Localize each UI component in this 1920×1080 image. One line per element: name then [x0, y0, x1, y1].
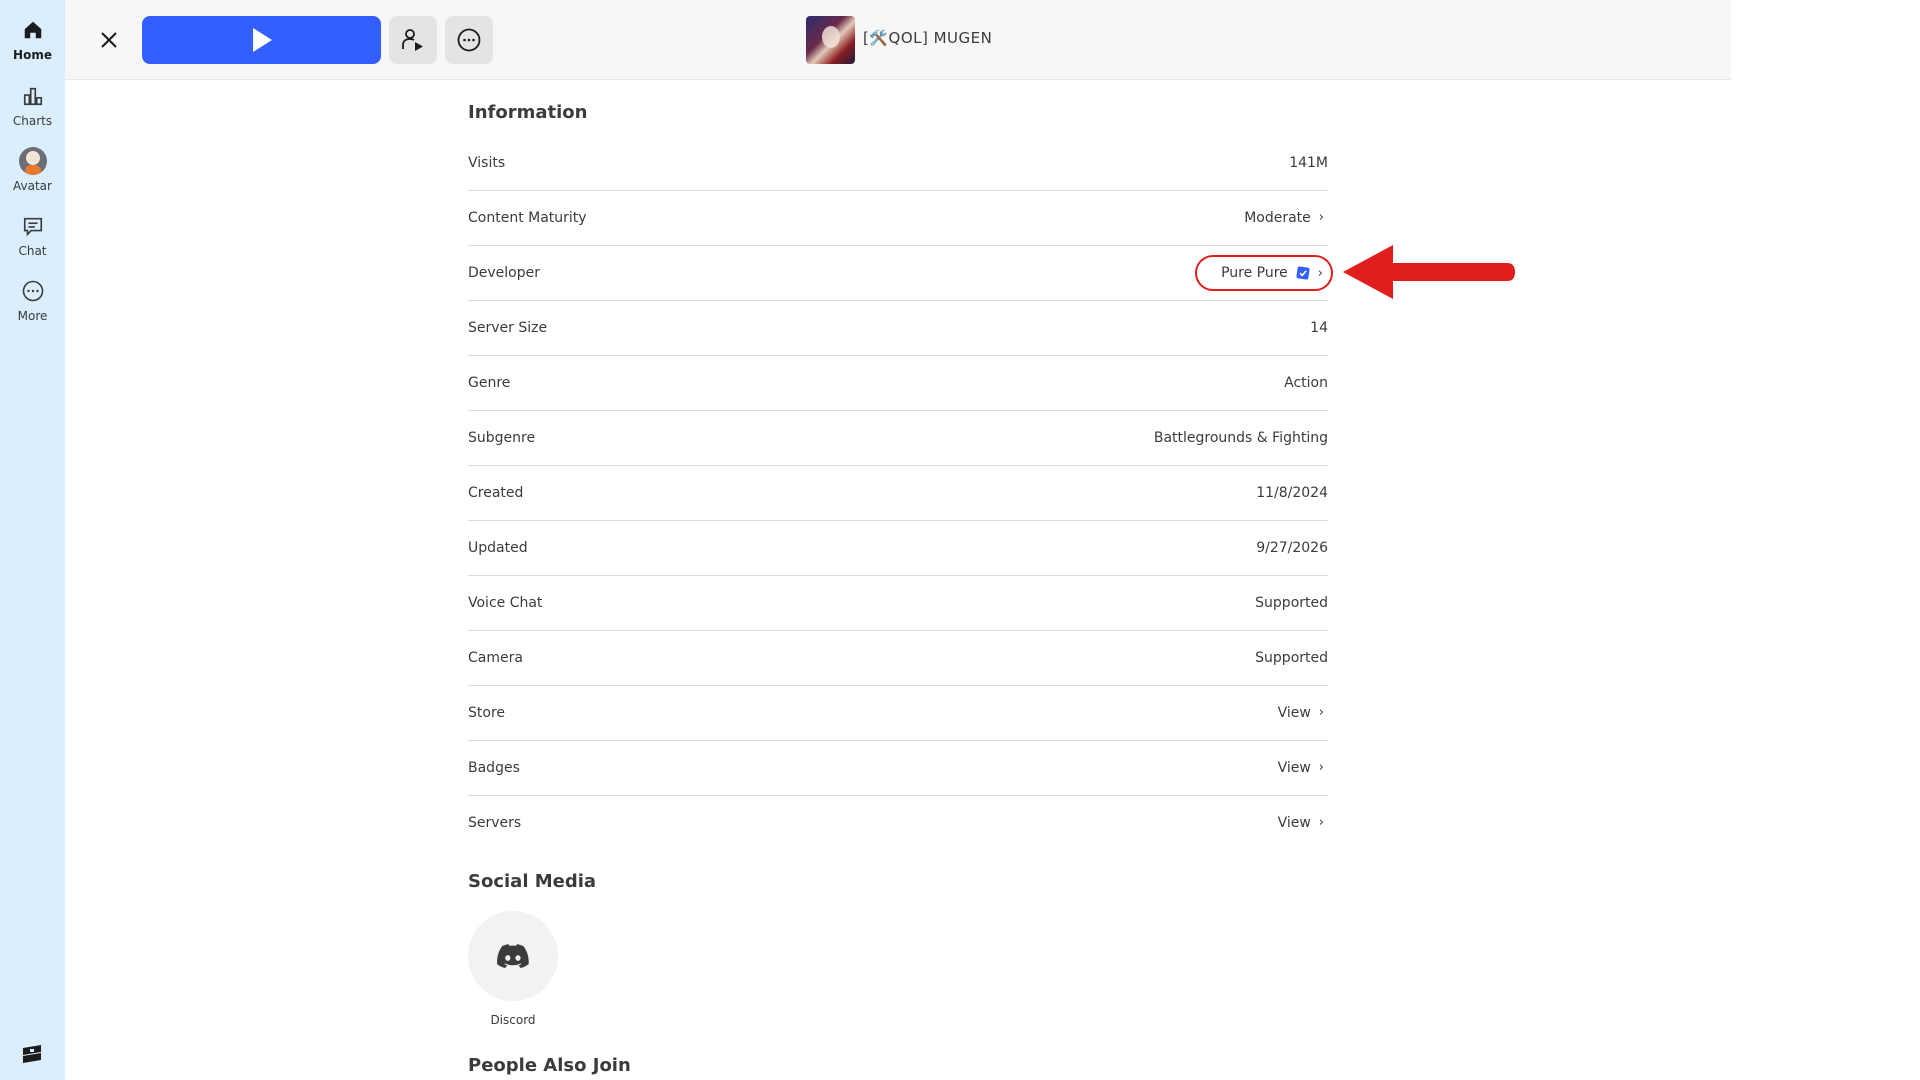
charts-icon [19, 82, 47, 110]
sidebar: Home Charts Avatar Chat More [0, 0, 65, 1080]
info-key: Store [468, 705, 506, 721]
info-key: Badges [468, 760, 520, 776]
info-key: Camera [468, 650, 523, 666]
info-value: 141M [1289, 155, 1328, 171]
social-media-title: Social Media [468, 871, 597, 892]
info-key: Content Maturity [468, 210, 587, 226]
sidebar-item-avatar[interactable]: Avatar [0, 145, 65, 205]
information-title: Information [468, 102, 588, 123]
sidebar-item-label: More [17, 309, 48, 323]
info-value: 14 [1310, 320, 1328, 336]
info-row-server-size: Server Size 14 [468, 301, 1328, 356]
play-with-friends-button[interactable] [389, 16, 437, 64]
chevron-right-icon: › [1318, 815, 1324, 830]
chevron-right-icon: › [1318, 760, 1324, 775]
sidebar-item-label: Avatar [13, 179, 52, 193]
info-key: Server Size [468, 320, 548, 336]
info-key: Servers [468, 815, 522, 831]
chevron-right-icon: › [1317, 265, 1323, 281]
red-arrow-annotation-icon [1343, 245, 1515, 299]
info-key: Created [468, 485, 524, 501]
sidebar-item-chat[interactable]: Chat [0, 210, 65, 270]
sidebar-item-charts[interactable]: Charts [0, 80, 65, 140]
sidebar-item-label: Chat [18, 244, 47, 258]
home-icon [19, 16, 47, 44]
info-value: Battlegrounds & Fighting [1153, 430, 1328, 446]
info-row-voice-chat: Voice Chat Supported [468, 576, 1328, 631]
play-icon [252, 28, 272, 52]
info-value: Moderate [1244, 210, 1311, 226]
developer-link[interactable]: Pure Pure › [1195, 255, 1333, 291]
chevron-right-icon: › [1318, 705, 1324, 720]
sidebar-item-label: Home [13, 48, 52, 62]
info-key: Developer [468, 265, 541, 281]
close-icon [101, 32, 117, 48]
info-value: Supported [1255, 595, 1328, 611]
info-row-camera: Camera Supported [468, 631, 1328, 686]
sidebar-item-more[interactable]: More [0, 275, 65, 335]
sidebar-item-home[interactable]: Home [0, 14, 65, 74]
info-key: Subgenre [468, 430, 536, 446]
more-options-button[interactable] [445, 16, 493, 64]
info-value: View [1277, 815, 1311, 831]
roblox-logo-icon[interactable] [22, 1045, 42, 1063]
play-button[interactable] [142, 16, 381, 64]
discord-icon [497, 944, 529, 968]
info-key: Visits [468, 155, 506, 171]
sidebar-item-label: Charts [12, 114, 53, 128]
more-icon [19, 277, 47, 305]
info-value: 9/27/2026 [1256, 540, 1328, 556]
info-value-link[interactable]: View › [1278, 741, 1324, 795]
info-value: Supported [1255, 650, 1328, 666]
info-value: View [1277, 705, 1311, 721]
info-row-store[interactable]: Store View › [468, 686, 1328, 741]
people-also-join-title: People Also Join [468, 1055, 631, 1076]
info-row-badges[interactable]: Badges View › [468, 741, 1328, 796]
close-button[interactable] [95, 26, 123, 54]
info-key: Voice Chat [468, 595, 543, 611]
chevron-right-icon: › [1318, 210, 1324, 225]
info-row-updated: Updated 9/27/2026 [468, 521, 1328, 576]
info-row-content-maturity[interactable]: Content Maturity Moderate › [468, 191, 1328, 246]
info-row-developer: Developer Pure Pure › [468, 246, 1333, 301]
discord-label: Discord [490, 1013, 536, 1027]
avatar-icon [18, 147, 47, 175]
game-thumbnail [806, 16, 855, 64]
info-key: Genre [468, 375, 511, 391]
person-play-icon [402, 29, 423, 51]
info-value-link[interactable]: Moderate › [1244, 191, 1324, 245]
game-title: [🛠️QOL] MUGEN [863, 29, 993, 47]
info-value-link[interactable]: View › [1278, 686, 1324, 740]
chat-icon [19, 212, 47, 240]
info-row-genre: Genre Action [468, 356, 1328, 411]
info-row-visits: Visits 141M [468, 136, 1328, 191]
info-value: 11/8/2024 [1256, 485, 1328, 501]
ellipsis-icon [457, 28, 481, 52]
info-row-subgenre: Subgenre Battlegrounds & Fighting [468, 411, 1328, 466]
discord-button[interactable] [468, 911, 558, 1001]
info-value: View [1277, 760, 1311, 776]
verified-badge-icon [1296, 266, 1310, 280]
info-value-link[interactable]: View › [1278, 796, 1324, 850]
info-key: Updated [468, 540, 528, 556]
info-value: Action [1284, 375, 1328, 391]
developer-name: Pure Pure [1221, 265, 1288, 281]
game-header: [🛠️QOL] MUGEN [65, 0, 1731, 80]
info-row-created: Created 11/8/2024 [468, 466, 1328, 521]
info-row-servers[interactable]: Servers View › [468, 796, 1328, 851]
